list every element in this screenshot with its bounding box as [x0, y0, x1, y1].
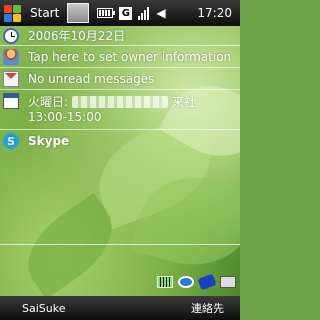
clock[interactable]: 17:20: [197, 6, 232, 20]
divider: [0, 244, 240, 245]
calendar-suffix: 来社: [172, 95, 197, 109]
left-softkey[interactable]: SaiSuke: [22, 302, 65, 315]
calendar-icon: [3, 93, 19, 109]
gprs-icon[interactable]: G: [119, 6, 133, 20]
sync-icon[interactable]: [178, 276, 194, 288]
messages-text: No unread messages: [28, 71, 155, 86]
date-item[interactable]: 2006年10月22日: [0, 26, 240, 46]
volume-icon[interactable]: ◀: [156, 6, 165, 20]
envelope-icon: [3, 70, 19, 87]
right-softkey[interactable]: 連絡先: [191, 300, 224, 316]
bluetooth-icon[interactable]: [197, 273, 217, 291]
signal-icon[interactable]: [138, 6, 150, 20]
owner-icon: [3, 48, 19, 65]
softkey-bar: SaiSuke 連絡先: [0, 296, 240, 320]
today-screen: 2006年10月22日 Tap here to set owner inform…: [0, 26, 240, 296]
app-thumbnail-icon[interactable]: [67, 3, 90, 23]
clock-icon: [3, 27, 19, 44]
battery-status-icon[interactable]: [157, 276, 173, 288]
owner-text: Tap here to set owner information: [28, 49, 232, 64]
title-bar: Start G ◀ 17:20: [0, 0, 240, 26]
keyboard-icon[interactable]: [220, 276, 236, 288]
redacted-text: [72, 95, 169, 108]
skype-item[interactable]: S Skype: [0, 130, 240, 152]
calendar-item[interactable]: 火曜日: 来社 13:00-15:00: [0, 90, 240, 130]
messages-item[interactable]: No unread messages: [0, 68, 240, 90]
calendar-time: 13:00-15:00: [28, 110, 102, 124]
start-menu-button[interactable]: Start: [30, 6, 59, 20]
date-text: 2006年10月22日: [28, 29, 126, 43]
calendar-day: 火曜日:: [28, 95, 69, 109]
status-tray: [157, 273, 236, 291]
skype-icon: S: [3, 133, 19, 149]
windows-start-icon[interactable]: [2, 2, 24, 24]
owner-info-item[interactable]: Tap here to set owner information: [0, 46, 240, 68]
battery-icon[interactable]: [97, 8, 116, 18]
skype-text: Skype: [28, 134, 70, 148]
